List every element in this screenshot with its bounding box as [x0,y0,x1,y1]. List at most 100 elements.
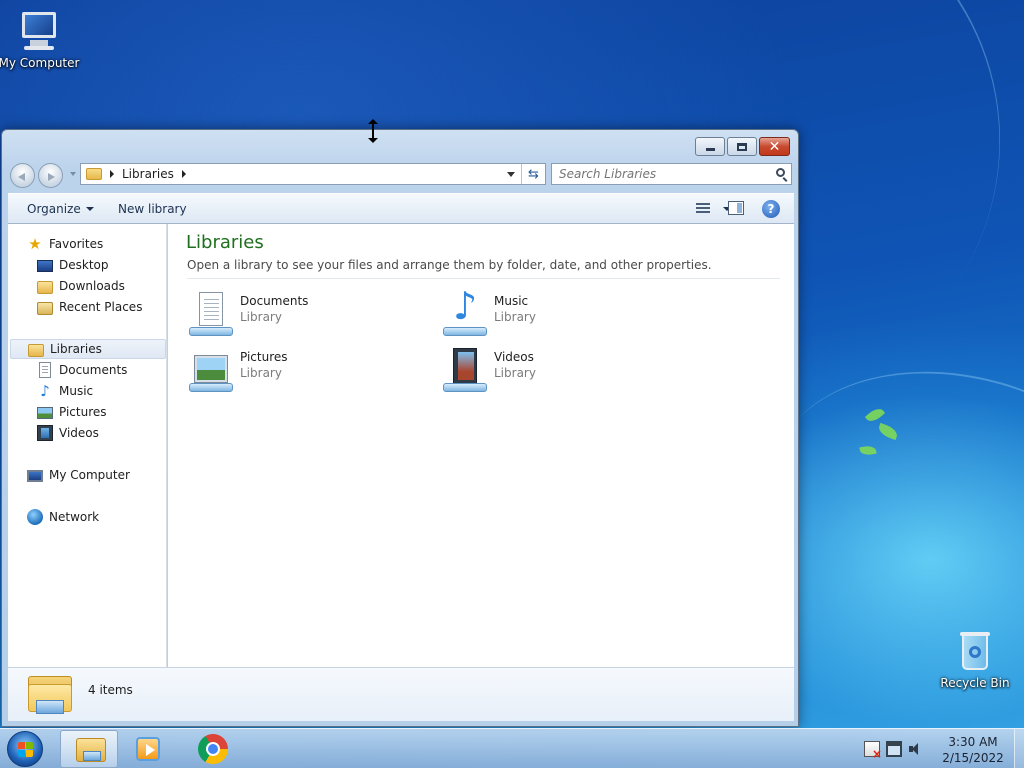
library-pictures[interactable]: Pictures Library [187,348,407,396]
search-input[interactable] [552,164,752,184]
downloads-folder-icon [37,280,53,294]
address-dropdown-icon[interactable] [507,172,515,177]
music-note-icon: ♪ [40,382,50,400]
clock-date: 2/15/2022 [942,751,1004,765]
start-button[interactable] [7,731,43,767]
recent-pages-dropdown[interactable] [70,172,76,176]
page-subtitle: Open a library to see your files and arr… [187,258,712,272]
nav-item-videos[interactable]: Videos [37,423,99,443]
preview-pane-button[interactable] [728,201,744,215]
taskbar-explorer-button[interactable] [60,730,118,768]
minimize-button[interactable] [695,137,725,156]
library-videos[interactable]: Videos Library [441,348,661,396]
divider [187,278,780,279]
nav-item-label: Videos [59,426,99,440]
resize-cursor-icon [368,119,378,143]
refresh-icon: ⇆ [528,166,539,182]
search-icon[interactable] [776,168,785,177]
search-box[interactable] [551,163,792,185]
clock[interactable]: 3:30 AM 2/15/2022 [938,734,1008,766]
desktop-icon-my-computer[interactable]: My Computer [0,10,81,70]
library-name: Music [494,294,529,308]
help-button[interactable]: ? [762,200,780,218]
windows-logo-icon [18,742,33,757]
explorer-window[interactable]: ✕ Libraries ⇆ Organize New library [1,129,799,727]
show-desktop-button[interactable] [1014,729,1024,768]
libraries-icon [28,343,44,357]
taskbar-chrome-button[interactable] [184,730,242,768]
library-type: Library [240,366,282,380]
details-pane: 4 items [8,667,794,721]
breadcrumb-separator-icon[interactable] [181,170,186,178]
nav-item-desktop[interactable]: Desktop [37,255,109,275]
system-tray [864,741,924,761]
navigation-pane: ★ Favorites Desktop Downloads Recent Pla… [8,224,167,667]
library-type: Library [240,310,282,324]
forward-button[interactable] [38,163,63,188]
back-button[interactable] [10,163,35,188]
document-icon [39,362,51,378]
nav-favorites[interactable]: ★ Favorites [27,234,103,254]
clock-time: 3:30 AM [948,735,998,749]
new-library-button[interactable]: New library [118,202,187,216]
nav-item-label: Documents [59,363,128,377]
pictures-library-icon [187,348,235,394]
network-tray-icon[interactable] [886,741,902,757]
organize-button[interactable]: Organize [27,202,94,216]
organize-label: Organize [27,202,81,216]
desktop-icon-recycle-bin[interactable]: Recycle Bin [933,630,1017,690]
maximize-button[interactable] [727,137,757,156]
library-type: Library [494,366,536,380]
content-pane: Libraries Open a library to see your fil… [168,224,794,667]
caption-buttons: ✕ [693,137,790,156]
windows-explorer-icon [76,738,106,762]
chrome-icon [198,734,228,764]
library-documents[interactable]: Documents Library [187,292,407,340]
chevron-down-icon [85,207,94,211]
minimize-icon [705,148,715,151]
libraries-folder-icon [28,672,72,716]
change-view-button[interactable] [696,202,732,216]
taskbar: 3:30 AM 2/15/2022 [0,728,1024,768]
nav-item-pictures[interactable]: Pictures [37,402,107,422]
network-icon [27,509,43,525]
library-name: Pictures [240,350,288,364]
close-icon: ✕ [768,138,781,155]
library-name: Documents [240,294,309,308]
page-title: Libraries [186,232,264,253]
nav-network[interactable]: Network [27,507,99,527]
breadcrumb-separator-icon[interactable] [110,170,114,178]
nav-item-label: Downloads [59,279,125,293]
nav-item-label: Music [59,384,94,398]
nav-my-computer[interactable]: My Computer [27,465,130,485]
library-type: Library [494,310,536,324]
computer-icon [27,469,43,482]
computer-icon [16,10,62,54]
refresh-button[interactable]: ⇆ [521,164,545,184]
recent-places-icon [37,301,53,315]
nav-item-recent-places[interactable]: Recent Places [37,297,142,317]
address-bar[interactable]: Libraries ⇆ [80,163,546,185]
taskbar-media-player-button[interactable] [120,730,178,768]
maximize-icon [737,142,747,151]
nav-item-label: My Computer [49,468,130,482]
item-count: 4 items [88,683,133,697]
close-button[interactable]: ✕ [759,137,790,156]
nav-item-documents[interactable]: Documents [37,360,127,380]
desktop-icon-label: Recycle Bin [940,676,1010,690]
nav-libraries[interactable]: Libraries [10,339,166,359]
nav-libraries-label: Libraries [50,342,102,356]
star-icon: ★ [28,235,42,253]
arrow-left-icon [18,173,25,181]
library-music[interactable]: ♪ Music Library [441,286,661,340]
nav-item-music[interactable]: ♪ Music [37,381,93,401]
breadcrumb-libraries[interactable]: Libraries [122,167,174,181]
nav-item-downloads[interactable]: Downloads [37,276,125,296]
nav-item-label: Desktop [59,258,109,272]
action-center-icon[interactable] [864,741,882,761]
recycle-bin-icon [952,630,998,674]
volume-icon[interactable] [908,741,924,757]
nav-item-label: Network [49,510,100,524]
film-icon [37,425,53,441]
music-library-icon: ♪ [441,286,489,338]
